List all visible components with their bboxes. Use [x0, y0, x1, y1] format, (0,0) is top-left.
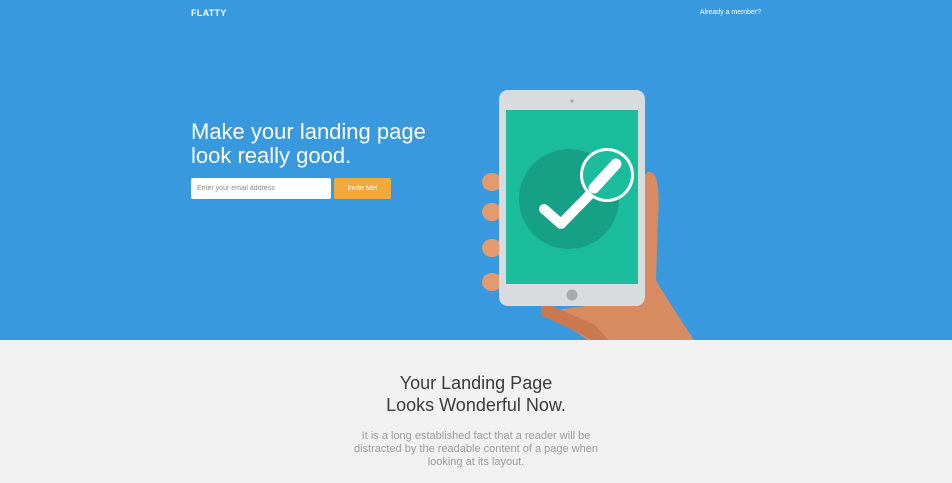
feature-title-line-2: Looks Wonderful Now.: [386, 395, 566, 415]
feature-text-line-1: It is a long established fact that a rea…: [361, 430, 591, 442]
feature-text-line-3: looking at its layout.: [427, 456, 525, 468]
signup-form: Invite Me!: [191, 178, 391, 199]
feature-description: It is a long established fact that a rea…: [341, 430, 611, 469]
feature-title: Your Landing Page Looks Wonderful Now.: [0, 372, 952, 416]
hero-headline: Make your landing page look really good.: [191, 120, 471, 168]
headline-line-1: Make your landing page: [191, 119, 426, 144]
feature-text-line-2: distracted by the readable content of a …: [353, 443, 598, 455]
brand-logo[interactable]: FLATTY: [191, 8, 227, 18]
headline-line-2: look really good.: [191, 143, 352, 168]
already-member-link[interactable]: Already a member?: [700, 9, 761, 16]
email-input[interactable]: [191, 178, 331, 199]
invite-me-button[interactable]: Invite Me!: [334, 178, 391, 199]
feature-section: Your Landing Page Looks Wonderful Now. I…: [0, 340, 952, 483]
hero-section: FLATTY Already a member? Make your landi…: [0, 0, 952, 340]
feature-title-line-1: Your Landing Page: [399, 373, 553, 393]
hand-holding-tablet-checkmark-icon: [482, 90, 694, 340]
